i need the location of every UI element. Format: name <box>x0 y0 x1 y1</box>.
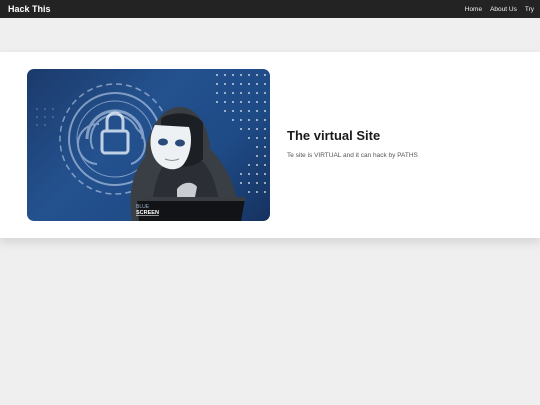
hero-description: Te site is VIRTUAL and it can hack by PA… <box>287 152 418 159</box>
nav-links: Home About Us Try <box>465 6 534 13</box>
nav-link-home[interactable]: Home <box>465 6 482 13</box>
watermark-line2: SCREEN <box>136 210 159 216</box>
brand-logo[interactable]: Hack This <box>8 4 51 14</box>
hero-image: BLUE SCREEN <box>27 69 270 221</box>
hacker-illustration: BLUE SCREEN <box>36 74 266 221</box>
hero-title: The virtual Site <box>287 128 381 143</box>
hero-card: BLUE SCREEN The virtual Site Te site is … <box>0 52 540 238</box>
hero-text: The virtual Site Te site is VIRTUAL and … <box>287 128 527 159</box>
nav-link-about-us[interactable]: About Us <box>490 6 517 13</box>
lock-icon <box>100 111 130 155</box>
top-navbar: Hack This Home About Us Try <box>0 0 540 18</box>
nav-link-try[interactable]: Try <box>525 6 534 13</box>
